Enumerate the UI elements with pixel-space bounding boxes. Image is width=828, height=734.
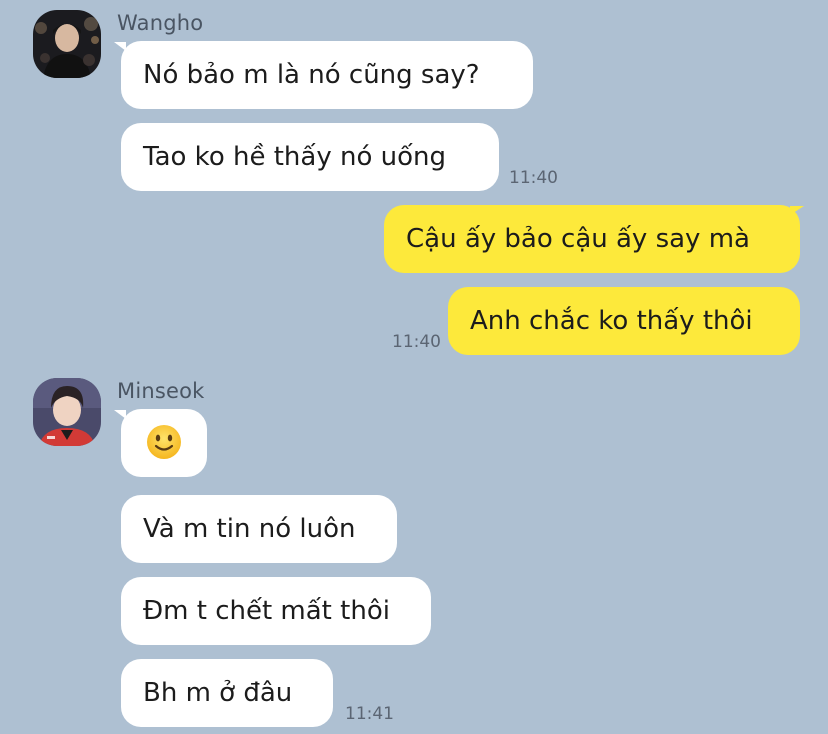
message-bubble[interactable]: Bh m ở đâu <box>121 659 333 727</box>
message-bubble[interactable]: Nó bảo m là nó cũng say? <box>121 41 533 109</box>
message-bubble[interactable]: Và m tin nó luôn <box>121 495 397 563</box>
avatar-minseok[interactable] <box>33 378 101 446</box>
sender-name: Wangho <box>117 11 204 35</box>
message-timestamp: 11:41 <box>345 704 394 724</box>
message-timestamp: 11:40 <box>509 168 558 188</box>
message-bubble[interactable]: Tao ko hề thấy nó uống <box>121 123 499 191</box>
message-bubble[interactable]: Đm t chết mất thôi <box>121 577 431 645</box>
avatar-photo <box>33 10 101 78</box>
avatar-photo <box>33 378 101 446</box>
avatar-wangho[interactable] <box>33 10 101 78</box>
sender-name: Minseok <box>117 379 205 403</box>
emoji-bubble[interactable] <box>121 409 207 477</box>
message-bubble-outgoing[interactable]: Anh chắc ko thấy thôi <box>448 287 800 355</box>
message-bubble-outgoing[interactable]: Cậu ấy bảo cậu ấy say mà <box>384 205 800 273</box>
slightly-smiling-face-emoji-icon <box>147 424 181 459</box>
message-timestamp: 11:40 <box>392 332 441 352</box>
